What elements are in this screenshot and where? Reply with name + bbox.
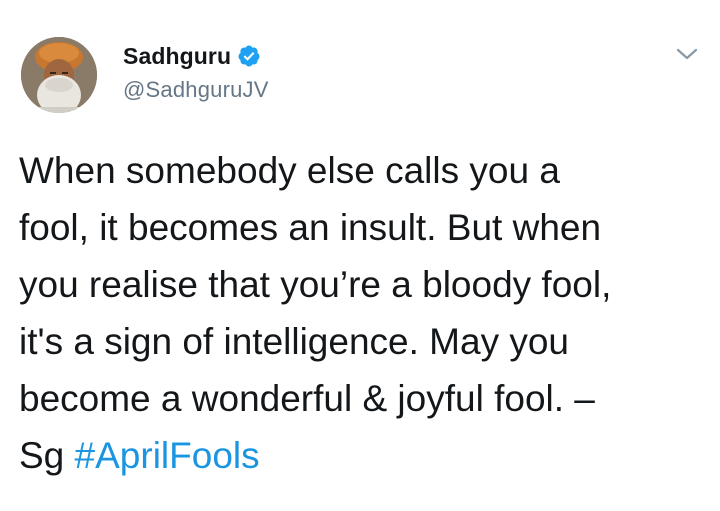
author-name-row[interactable]: Sadhguru bbox=[123, 41, 261, 71]
avatar-portrait bbox=[21, 37, 97, 113]
tweet-text: When somebody else calls you a fool, it … bbox=[19, 142, 709, 484]
author-handle[interactable]: @SadhguruJV bbox=[123, 77, 269, 103]
tweet-text-line: fool, it becomes an insult. But when bbox=[19, 207, 602, 248]
tweet-text-line: it's a sign of intelligence. May you bbox=[19, 321, 570, 362]
hashtag-link[interactable]: #AprilFools bbox=[75, 435, 260, 476]
tweet-text-line: you realise that you’re a bloody fool, bbox=[19, 264, 612, 305]
tweet-card: Sadhguru @SadhguruJV When somebody else … bbox=[0, 0, 720, 511]
avatar[interactable] bbox=[21, 37, 97, 113]
tweet-text-line: become a wonderful & joyful fool. – bbox=[19, 378, 595, 419]
tweet-text-line: Sg #AprilFools bbox=[19, 427, 709, 484]
verified-badge-icon bbox=[237, 44, 261, 68]
signature-text: Sg bbox=[19, 435, 75, 476]
chevron-down-icon[interactable] bbox=[675, 44, 699, 64]
author-display-name[interactable]: Sadhguru bbox=[123, 43, 231, 70]
tweet-text-line: When somebody else calls you a bbox=[19, 150, 560, 191]
